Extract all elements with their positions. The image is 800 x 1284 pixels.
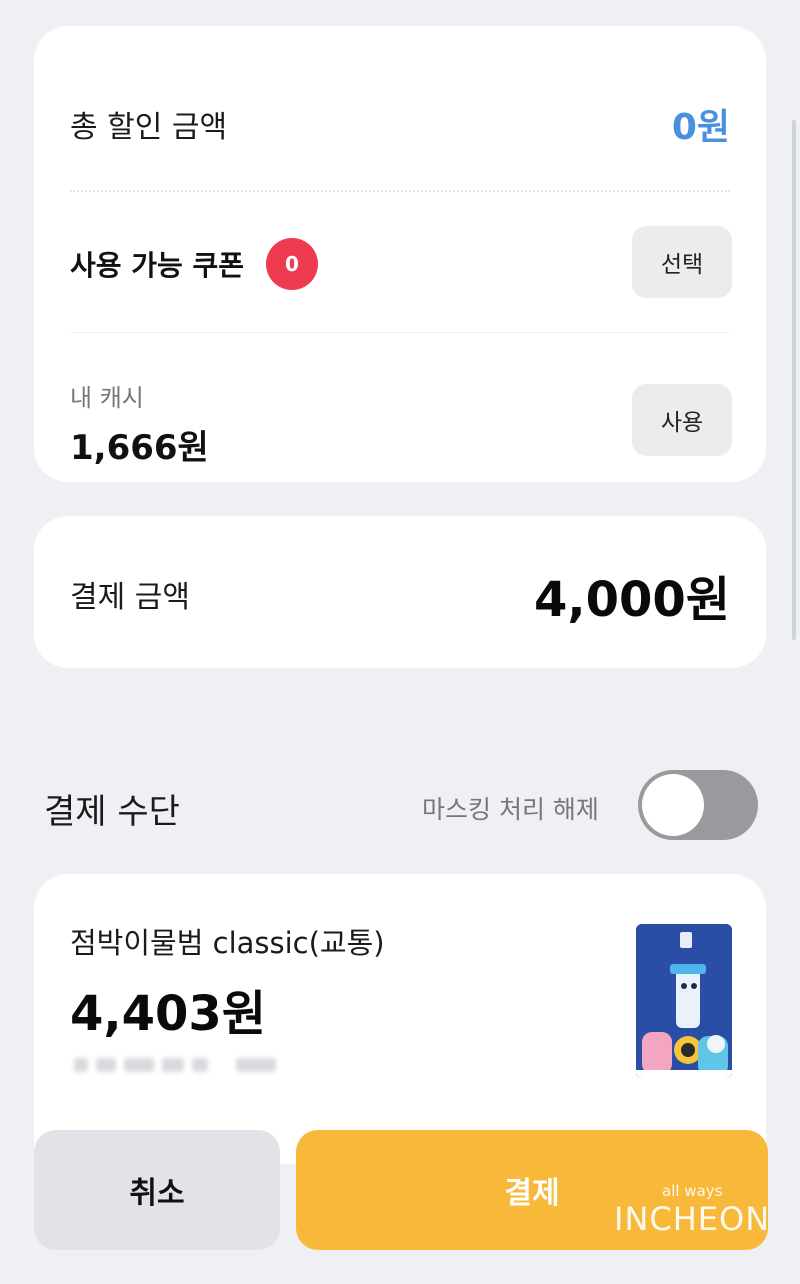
my-cash-value: 1,666원 [70, 428, 209, 468]
cash-use-button[interactable]: 사용 [632, 384, 732, 456]
unmask-toggle[interactable] [638, 770, 758, 840]
cancel-button[interactable]: 취소 [34, 1130, 280, 1250]
watermark-text: INCHEON [614, 1200, 771, 1238]
scrollbar[interactable] [792, 120, 796, 640]
card-balance: 4,403원 [70, 986, 266, 1042]
transit-card-image [636, 924, 732, 1078]
card-name: 점박이물범 classic(교통) [70, 926, 385, 960]
incheon-watermark-logo: all ways INCHEON [614, 1182, 774, 1242]
masked-digit-block [192, 1058, 208, 1072]
masked-digit-block [124, 1058, 154, 1072]
coupon-count-badge: 0 [266, 238, 318, 290]
discount-card: 총 할인 금액 0원 사용 가능 쿠폰 0 선택 내 캐시 1,666원 사용 [34, 26, 766, 482]
payment-amount-card: 결제 금액 4,000원 [34, 516, 766, 668]
masked-card-number [74, 1058, 276, 1072]
masked-digit-block [236, 1058, 276, 1072]
payment-amount-label: 결제 금액 [70, 580, 190, 615]
unmask-label: 마스킹 처리 해제 [422, 795, 599, 824]
masked-digit-block [162, 1058, 184, 1072]
toggle-knob [642, 774, 704, 836]
divider [70, 332, 730, 333]
payment-method-title: 결제 수단 [44, 792, 180, 832]
watermark-tagline: all ways [662, 1182, 723, 1200]
total-discount-value: 0원 [671, 107, 730, 148]
divider [70, 190, 730, 192]
coupon-select-button[interactable]: 선택 [632, 226, 732, 298]
payment-amount-value: 4,000원 [534, 572, 730, 628]
masked-digit-block [74, 1058, 88, 1072]
payment-method-card[interactable]: 점박이물범 classic(교통) 4,403원 [34, 874, 766, 1164]
total-discount-label: 총 할인 금액 [70, 110, 228, 145]
available-coupon-label: 사용 가능 쿠폰 [70, 249, 245, 282]
masked-digit-block [96, 1058, 116, 1072]
my-cash-label: 내 캐시 [70, 384, 144, 412]
transit-card-illustration [636, 924, 732, 1078]
